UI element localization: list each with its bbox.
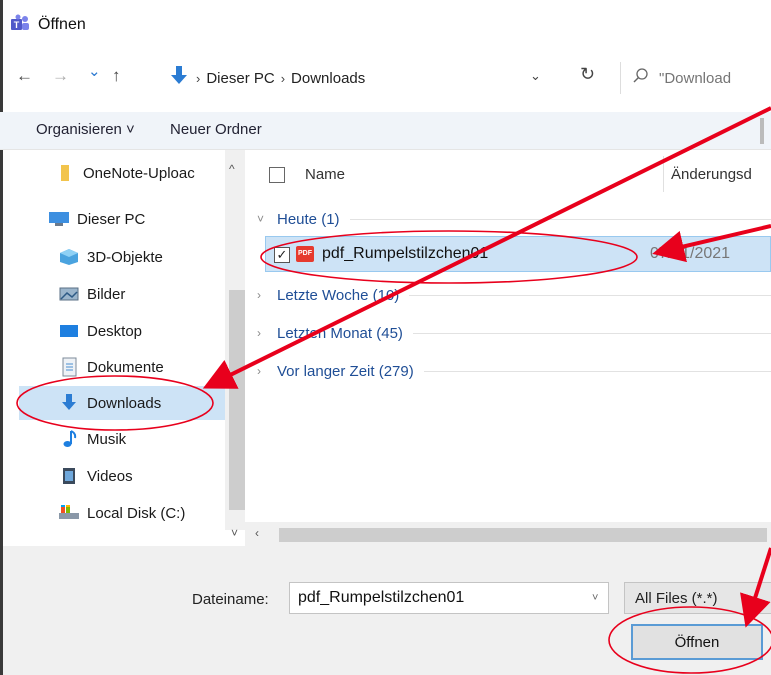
sidebar-item-label: Desktop	[87, 322, 143, 340]
refresh-icon[interactable]: ↻	[580, 64, 595, 85]
recent-locations-icon[interactable]: ⌄	[88, 62, 101, 80]
group-today[interactable]: ˅ Heute (1)	[257, 206, 771, 232]
group-divider	[423, 370, 771, 372]
file-name: pdf_Rumpelstilzchen01	[322, 245, 489, 262]
filename-dropdown-icon[interactable]: ˅	[592, 592, 598, 604]
group-divider	[412, 332, 771, 334]
documents-icon	[57, 357, 81, 377]
column-divider[interactable]	[663, 156, 664, 192]
breadcrumb-this-pc[interactable]: Dieser PC	[206, 70, 274, 87]
group-long-ago[interactable]: › Vor langer Zeit (279)	[257, 358, 771, 384]
sidebar-item-label: Bilder	[87, 285, 126, 303]
navigation-pane: OneNote-Uploac Dieser PC 3D-Objekte Bild…	[3, 150, 245, 546]
open-file-dialog: T Öffnen ← → ⌄ ↑ › Dieser PC › Downloads…	[0, 0, 771, 675]
search-box[interactable]	[620, 62, 771, 94]
search-icon	[633, 68, 649, 88]
chevron-right-icon: ›	[257, 288, 261, 302]
sidebar-item-desktop[interactable]: Desktop	[57, 314, 225, 348]
address-row: ← → ⌄ ↑ › Dieser PC › Downloads ⌄ ↻	[0, 58, 771, 98]
download-arrow-icon	[170, 66, 188, 90]
scroll-down-icon[interactable]: ˅	[231, 526, 238, 540]
sidebar-scrollbar-thumb[interactable]	[229, 290, 245, 510]
chevron-right-icon: ›	[257, 364, 261, 378]
group-label: Letzten Monat (45)	[277, 324, 403, 342]
videos-icon	[57, 466, 81, 486]
column-header: Name Änderungsd	[245, 150, 771, 198]
pdf-file-icon: PDF	[296, 246, 314, 262]
group-label: Vor langer Zeit (279)	[277, 362, 414, 380]
scroll-up-icon[interactable]: ^	[229, 162, 235, 176]
forward-icon[interactable]: →	[52, 66, 69, 86]
file-row[interactable]: ✓ PDF pdf_Rumpelstilzchen01 07/01/2021	[265, 236, 771, 272]
group-last-month[interactable]: › Letzten Monat (45)	[257, 320, 771, 346]
group-label: Letzte Woche (10)	[277, 286, 400, 304]
sidebar-item-label: OneNote-Uploac	[83, 164, 195, 182]
svg-text:T: T	[14, 20, 20, 30]
chevron-down-icon: ˅	[257, 212, 265, 226]
sidebar-item-downloads[interactable]: Downloads	[19, 386, 225, 420]
file-date: 07/01/2021	[650, 245, 731, 262]
new-folder-button[interactable]: Neuer Ordner	[170, 121, 262, 138]
back-icon[interactable]: ←	[16, 66, 33, 86]
local-disk-icon	[57, 503, 81, 523]
group-label: Heute (1)	[277, 210, 340, 228]
sidebar-item-pictures[interactable]: Bilder	[57, 277, 225, 311]
address-dropdown-icon[interactable]: ⌄	[530, 68, 541, 84]
sidebar-item-videos[interactable]: Videos	[57, 459, 225, 493]
open-button[interactable]: Öffnen	[631, 624, 763, 660]
pictures-icon	[57, 284, 81, 304]
scroll-left-icon[interactable]: ‹	[255, 526, 259, 540]
horizontal-scrollbar[interactable]: ‹	[245, 522, 771, 546]
filename-label: Dateiname:	[192, 591, 269, 608]
group-divider	[349, 218, 771, 220]
sidebar-item-label: Musik	[87, 430, 127, 448]
group-divider	[409, 294, 771, 296]
download-icon	[57, 393, 81, 413]
group-last-week[interactable]: › Letzte Woche (10)	[257, 282, 771, 308]
sidebar-item-documents[interactable]: Dokumente	[57, 350, 225, 384]
computer-icon	[47, 209, 71, 229]
filetype-select[interactable]: All Files (*.*)	[624, 582, 771, 614]
chevron-right-icon: ›	[257, 326, 261, 340]
horizontal-scrollbar-thumb[interactable]	[279, 528, 767, 542]
sidebar-item-music[interactable]: Musik	[57, 422, 225, 456]
filetype-value: All Files (*.*)	[635, 590, 718, 607]
breadcrumb-separator: ›	[196, 70, 201, 86]
column-name[interactable]: Name	[305, 166, 345, 183]
command-toolbar: Organisieren ˅ Neuer Ordner	[0, 112, 771, 150]
sidebar-item-label: 3D-Objekte	[87, 248, 163, 266]
file-list: Name Änderungsd ˅ Heute (1) ✓ PDF pdf_Ru…	[245, 150, 771, 546]
sidebar-item-this-pc[interactable]: Dieser PC	[47, 202, 225, 236]
sidebar-item-local-disk[interactable]: Local Disk (C:)	[57, 496, 225, 530]
dialog-footer: Dateiname: pdf_Rumpelstilzchen01 ˅ All F…	[3, 546, 771, 675]
sidebar-item-label: Dokumente	[87, 358, 164, 376]
search-input[interactable]	[659, 69, 771, 87]
sidebar-item-onenote[interactable]: OneNote-Uploac	[53, 156, 225, 190]
organize-menu-button[interactable]: Organisieren ˅	[36, 121, 135, 138]
sidebar-item-label: Local Disk (C:)	[87, 504, 186, 522]
breadcrumb-downloads[interactable]: Downloads	[291, 70, 365, 87]
file-checkbox[interactable]: ✓	[274, 247, 290, 263]
up-arrow-icon[interactable]: ↑	[112, 66, 121, 86]
teams-icon: T	[10, 14, 30, 36]
folder-icon	[53, 163, 77, 183]
3d-objects-icon	[57, 247, 81, 267]
music-icon	[57, 429, 81, 449]
window-title: Öffnen	[38, 16, 86, 33]
sidebar-item-label: Downloads	[87, 394, 162, 412]
toolbar-overflow	[760, 118, 764, 144]
desktop-icon	[57, 321, 81, 341]
breadcrumb-separator: ›	[280, 70, 286, 86]
filename-value: pdf_Rumpelstilzchen01	[298, 589, 465, 606]
column-date-modified[interactable]: Änderungsd	[671, 166, 752, 183]
sidebar-item-3d-objects[interactable]: 3D-Objekte	[57, 240, 225, 274]
title-bar: T Öffnen	[10, 10, 86, 40]
select-all-checkbox[interactable]	[269, 167, 285, 183]
filename-field[interactable]: pdf_Rumpelstilzchen01 ˅	[289, 582, 609, 614]
sidebar-item-label: Dieser PC	[77, 210, 146, 228]
sidebar-item-label: Videos	[87, 467, 133, 485]
